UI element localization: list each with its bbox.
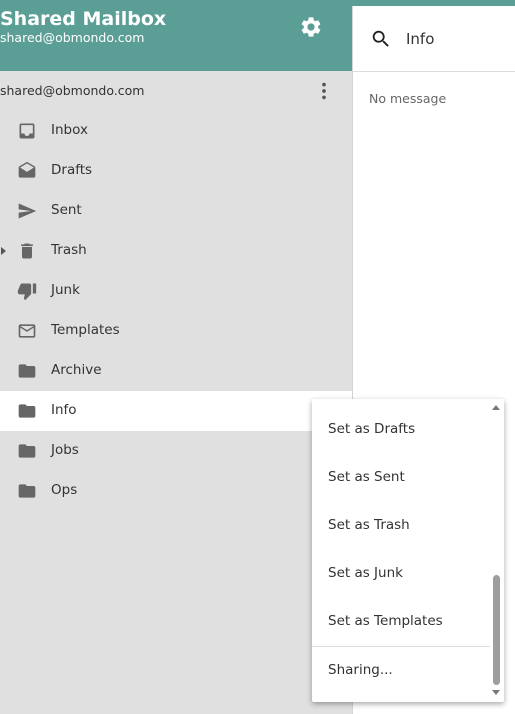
sidebar-item-drafts[interactable]: Drafts xyxy=(0,151,352,191)
mailbox-email: shared@obmondo.com xyxy=(0,30,145,45)
account-row[interactable]: shared@obmondo.com xyxy=(0,71,352,111)
folder-icon xyxy=(18,484,36,498)
menu-scrollbar-thumb[interactable] xyxy=(493,575,500,685)
sidebar-item-junk[interactable]: Junk xyxy=(0,271,352,311)
sidebar-item-templates[interactable]: Templates xyxy=(0,311,352,351)
menu-item-sharing[interactable]: Sharing... xyxy=(312,647,490,695)
sidebar-item-sent[interactable]: Sent xyxy=(0,191,352,231)
drafts-icon xyxy=(18,161,36,178)
menu-item-label: Sharing... xyxy=(328,662,393,678)
sidebar-item-label: Sent xyxy=(51,202,82,218)
menu-item-set-trash[interactable]: Set as Trash xyxy=(312,502,490,550)
gear-icon[interactable] xyxy=(299,15,323,39)
sidebar-item-inbox[interactable]: Inbox xyxy=(0,111,352,151)
account-name: shared@obmondo.com xyxy=(0,83,145,98)
sidebar-item-label: Junk xyxy=(51,282,80,298)
sidebar-item-label: Templates xyxy=(51,322,120,338)
sidebar-item-label: Trash xyxy=(51,242,87,258)
send-icon xyxy=(18,203,37,219)
sidebar-item-label: Ops xyxy=(51,482,78,498)
trash-icon xyxy=(21,243,33,259)
thumbs-down-icon xyxy=(17,283,37,301)
sidebar-item-jobs[interactable]: Jobs xyxy=(0,431,352,471)
menu-item-set-junk[interactable]: Set as Junk xyxy=(312,550,490,598)
sidebar-item-info[interactable]: Info xyxy=(0,391,352,431)
search-bar[interactable]: Info xyxy=(353,6,515,72)
mailbox-title: Shared Mailbox xyxy=(0,8,167,30)
folder-icon xyxy=(18,364,36,378)
sidebar-item-label: Jobs xyxy=(51,442,79,458)
sidebar-item-label: Drafts xyxy=(51,162,93,178)
sidebar-item-label: Archive xyxy=(51,362,102,378)
folder-icon xyxy=(18,404,36,418)
search-icon[interactable] xyxy=(370,28,392,50)
sidebar-item-label: Inbox xyxy=(51,122,88,138)
sidebar-item-label: Info xyxy=(51,402,77,418)
sidebar-item-ops[interactable]: Ops xyxy=(0,471,352,511)
menu-item-label: Set as Drafts xyxy=(328,421,416,437)
sidebar-header: Shared Mailbox shared@obmondo.com xyxy=(0,0,352,71)
search-input[interactable]: Info xyxy=(406,30,434,48)
menu-item-set-drafts[interactable]: Set as Drafts xyxy=(312,406,490,454)
sidebar-item-trash[interactable]: Trash xyxy=(0,231,352,271)
folder-icon xyxy=(18,444,36,458)
menu-item-label: Set as Sent xyxy=(328,469,405,485)
envelope-icon xyxy=(18,324,36,338)
folder-context-menu: Set as Drafts Set as Sent Set as Trash S… xyxy=(312,399,504,702)
empty-message-text: No message xyxy=(369,91,447,106)
menu-item-set-sent[interactable]: Set as Sent xyxy=(312,454,490,502)
menu-item-label: Set as Templates xyxy=(328,613,443,629)
sidebar: Shared Mailbox shared@obmondo.com shared… xyxy=(0,0,352,714)
expand-arrow-icon[interactable] xyxy=(0,245,8,257)
menu-item-label: Set as Trash xyxy=(328,517,410,533)
menu-item-set-templates[interactable]: Set as Templates xyxy=(312,598,490,646)
kebab-icon[interactable] xyxy=(313,80,335,102)
scroll-up-arrow-icon[interactable] xyxy=(491,403,501,411)
sidebar-item-archive[interactable]: Archive xyxy=(0,351,352,391)
scroll-down-arrow-icon[interactable] xyxy=(491,689,501,697)
inbox-icon xyxy=(19,123,35,139)
menu-item-label: Set as Junk xyxy=(328,565,403,581)
